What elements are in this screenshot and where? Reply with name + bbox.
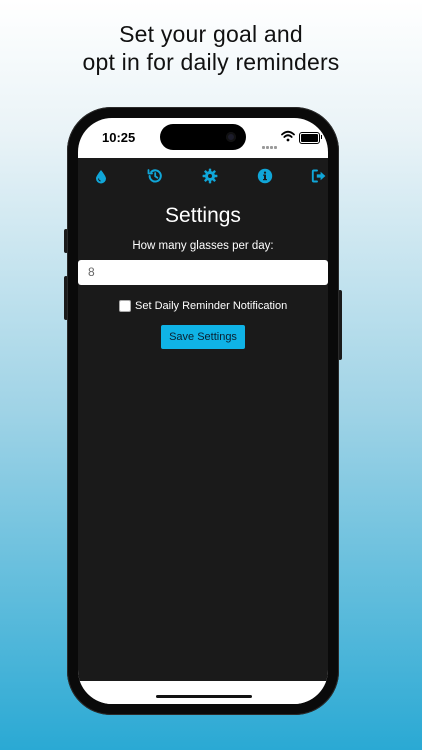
glasses-per-day-label: How many glasses per day: [132, 240, 274, 252]
top-nav [78, 158, 328, 198]
gear-icon[interactable] [201, 167, 219, 185]
home-indicator-area [78, 681, 328, 704]
status-bar: 10:25 [78, 118, 328, 158]
phone-screen: 10:25 Settings How many glasses per day:… [78, 118, 328, 704]
promo-headline-line2: opt in for daily reminders [82, 49, 340, 75]
daily-reminder-checkbox[interactable] [119, 300, 131, 312]
history-icon[interactable] [146, 167, 164, 185]
page-title: Settings [165, 204, 241, 227]
daily-reminder-option[interactable]: Set Daily Reminder Notification [119, 299, 287, 313]
dynamic-island [160, 124, 246, 150]
home-indicator[interactable] [156, 695, 252, 698]
logout-icon[interactable] [310, 167, 328, 185]
battery-icon [299, 132, 322, 144]
wifi-icon [281, 130, 295, 142]
info-icon[interactable] [256, 167, 274, 185]
cellular-signal-icon [262, 136, 278, 154]
app-content: Settings How many glasses per day: 8 Set… [78, 158, 328, 681]
glasses-per-day-input[interactable]: 8 [78, 260, 328, 285]
water-drop-icon[interactable] [92, 167, 110, 185]
status-time: 10:25 [102, 130, 136, 145]
save-settings-button[interactable]: Save Settings [161, 325, 245, 349]
camera-icon [226, 132, 236, 142]
promo-headline: Set your goal and opt in for daily remin… [0, 20, 422, 76]
promo-headline-line1: Set your goal and [119, 21, 303, 47]
daily-reminder-label: Set Daily Reminder Notification [135, 300, 288, 312]
